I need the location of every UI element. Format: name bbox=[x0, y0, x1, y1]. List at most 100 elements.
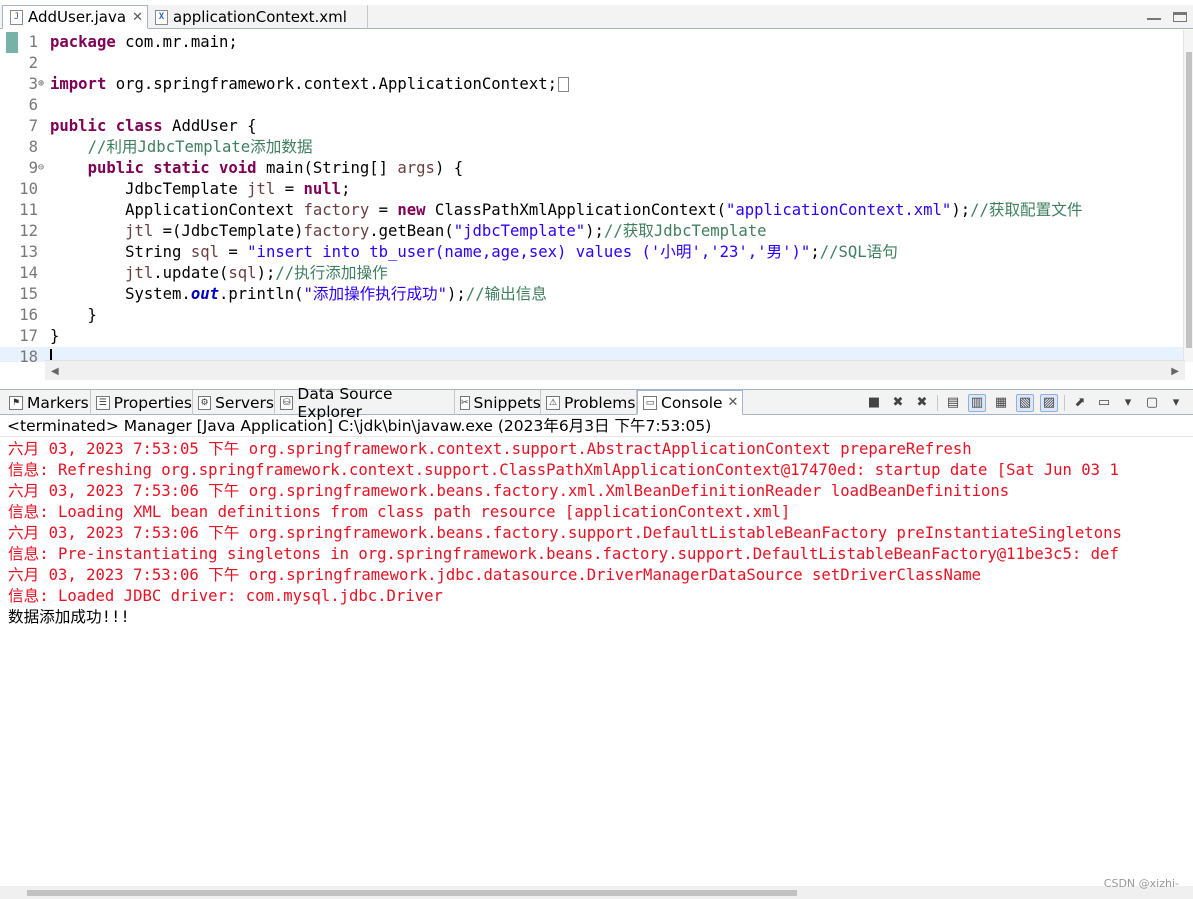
code-line[interactable]: 11 ApplicationContext factory = new Clas… bbox=[0, 200, 1184, 221]
tab-properties[interactable]: ☰ Properties bbox=[91, 390, 193, 415]
collapse-fold-icon[interactable]: ⊖ bbox=[38, 158, 47, 177]
console-horizontal-scrollbar[interactable] bbox=[0, 886, 1193, 899]
code-line[interactable]: 15 System.out.println("添加操作执行成功");//输出信息 bbox=[0, 284, 1184, 305]
minimize-icon[interactable] bbox=[1147, 14, 1161, 20]
editor-tab-bar: J AddUser.java ✕ X applicationContext.xm… bbox=[0, 5, 1193, 29]
clear-console-icon[interactable]: ▤ bbox=[944, 394, 962, 412]
code-text: public static void main(String[] args) { bbox=[50, 158, 464, 179]
open-console-dropdown-icon[interactable]: ▾ bbox=[1167, 394, 1185, 412]
editor-vertical-scrollbar[interactable] bbox=[1183, 30, 1193, 362]
console-output[interactable]: 六月 03, 2023 7:53:05 下午 org.springframewo… bbox=[0, 436, 1193, 884]
code-token: //输出信息 bbox=[465, 285, 547, 303]
console-line: 信息: Loading XML bean definitions from cl… bbox=[8, 503, 791, 521]
code-line[interactable]: 7 public class AddUser { bbox=[0, 116, 1184, 137]
code-token: out bbox=[190, 285, 219, 303]
code-text: } bbox=[50, 326, 59, 347]
line-number: 1 bbox=[28, 33, 38, 51]
code-line[interactable]: 10 JdbcTemplate jtl = null; bbox=[0, 179, 1184, 200]
tab-label: Snippets bbox=[473, 393, 541, 412]
scrollbar-thumb[interactable] bbox=[27, 890, 797, 896]
code-line[interactable]: 17} bbox=[0, 326, 1184, 347]
watermark: CSDN @xizhi- bbox=[1103, 877, 1179, 890]
line-number: 6 bbox=[28, 96, 38, 114]
code-token: ); bbox=[951, 201, 971, 219]
console-toolbar: ■ ✖ ✖ ▤ ▥ ▦ ▧ ▨ ⬈ ▭ ▾ ▢ ▾ bbox=[865, 390, 1185, 415]
code-line[interactable]: 16 } bbox=[0, 305, 1184, 326]
tab-problems[interactable]: ⚠ Problems bbox=[541, 390, 637, 415]
scroll-left-icon[interactable]: ◀ bbox=[51, 366, 59, 377]
code-line[interactable]: 9 ⊖ public static void main(String[] args… bbox=[0, 158, 1184, 179]
tab-label: Servers bbox=[215, 393, 274, 412]
maximize-icon[interactable] bbox=[1173, 12, 1187, 22]
snippets-icon: ✂ bbox=[460, 395, 470, 410]
editor-horizontal-scrollbar[interactable]: ◀ ▶ bbox=[45, 360, 1185, 380]
code-line[interactable]: 12 jtl =(JdbcTemplate)factory.getBean("j… bbox=[0, 221, 1184, 242]
scroll-right-icon[interactable]: ▶ bbox=[1171, 366, 1179, 377]
code-token: //执行添加操作 bbox=[275, 264, 388, 282]
tab-applicationcontext-xml[interactable]: X applicationContext.xml bbox=[148, 5, 368, 29]
code-line[interactable]: 1 package com.mr.main; bbox=[0, 32, 1184, 53]
code-token: public static void bbox=[87, 159, 257, 177]
show-on-stdout-icon[interactable]: ▧ bbox=[1016, 393, 1034, 412]
code-token: .update( bbox=[153, 264, 229, 282]
remove-all-terminated-icon[interactable]: ✖ bbox=[913, 394, 931, 412]
code-token: null bbox=[303, 180, 342, 198]
expand-fold-icon[interactable]: ⊕ bbox=[38, 74, 47, 93]
line-number: 14 bbox=[19, 264, 38, 282]
scroll-lock-icon[interactable]: ▥ bbox=[968, 393, 986, 412]
code-token: //利用JdbcTemplate添加数据 bbox=[87, 138, 313, 156]
code-line[interactable]: 13 String sql = "insert into tb_user(nam… bbox=[0, 242, 1184, 263]
tab-snippets[interactable]: ✂ Snippets bbox=[455, 390, 541, 415]
problems-icon: ⚠ bbox=[546, 395, 560, 410]
line-number: 18 bbox=[19, 348, 38, 362]
terminate-icon[interactable]: ■ bbox=[865, 394, 883, 412]
code-token: //获取配置文件 bbox=[970, 201, 1083, 219]
tab-label: AddUser.java bbox=[28, 8, 127, 26]
close-icon[interactable]: ✕ bbox=[132, 10, 143, 25]
code-token: "jdbcTemplate" bbox=[453, 222, 586, 240]
code-line[interactable]: 6 bbox=[0, 95, 1184, 116]
code-line[interactable]: 8 //利用JdbcTemplate添加数据 bbox=[0, 137, 1184, 158]
code-line[interactable]: 14 jtl.update(sql);//执行添加操作 bbox=[0, 263, 1184, 284]
code-token: ); bbox=[585, 222, 604, 240]
code-text: System.out.println("添加操作执行成功");//输出信息 bbox=[50, 284, 547, 305]
close-icon[interactable]: ✕ bbox=[728, 395, 739, 410]
code-line[interactable]: 3 ⊕ import org.springframework.context.App… bbox=[0, 74, 1184, 95]
code-text: public class AddUser { bbox=[50, 116, 257, 137]
tab-label: applicationContext.xml bbox=[173, 8, 347, 26]
tab-data-source-explorer[interactable]: ⛁ Data Source Explorer bbox=[275, 385, 455, 421]
display-selected-console-icon[interactable]: ▭ bbox=[1095, 394, 1113, 412]
show-on-stderr-icon[interactable]: ▨ bbox=[1040, 393, 1058, 412]
display-dropdown-icon[interactable]: ▾ bbox=[1119, 394, 1137, 412]
line-number: 2 bbox=[28, 54, 38, 72]
code-token: new bbox=[397, 201, 426, 219]
line-number: 3 bbox=[28, 75, 38, 93]
tab-adduser-java[interactable]: J AddUser.java ✕ bbox=[2, 5, 148, 29]
code-token: factory bbox=[303, 201, 370, 219]
word-wrap-icon[interactable]: ▦ bbox=[992, 394, 1010, 412]
code-token: =(JdbcTemplate) bbox=[153, 222, 304, 240]
view-tab-bar: ⚑ Markers ☰ Properties ⚙ Servers ⛁ Data Source … bbox=[0, 385, 1193, 421]
tab-label: Console bbox=[661, 393, 723, 412]
open-console-icon[interactable]: ▢ bbox=[1143, 394, 1161, 412]
code-text: jtl.update(sql);//执行添加操作 bbox=[50, 263, 388, 284]
remove-launch-icon[interactable]: ✖ bbox=[889, 394, 907, 412]
code-editor[interactable]: 1 package com.mr.main; 2 3 ⊕ import org.sprin… bbox=[0, 30, 1193, 362]
console-line: 六月 03, 2023 7:53:06 下午 org.springframewo… bbox=[8, 524, 1122, 542]
tab-label: Markers bbox=[27, 393, 89, 412]
tab-markers[interactable]: ⚑ Markers bbox=[4, 390, 91, 415]
console-line: 六月 03, 2023 7:53:06 下午 org.springframewo… bbox=[8, 482, 1010, 500]
pin-console-icon[interactable]: ⬈ bbox=[1071, 394, 1089, 412]
scrollbar-thumb[interactable] bbox=[1186, 52, 1192, 348]
code-token: ); bbox=[256, 264, 276, 282]
tab-servers[interactable]: ⚙ Servers bbox=[193, 390, 275, 415]
code-token: JdbcTemplate bbox=[50, 180, 248, 198]
java-file-icon: J bbox=[10, 9, 23, 25]
line-number: 16 bbox=[19, 306, 38, 324]
data-source-explorer-icon: ⛁ bbox=[280, 395, 294, 410]
tab-console[interactable]: ▭ Console ✕ bbox=[637, 390, 743, 415]
collapsed-imports-icon[interactable] bbox=[557, 77, 569, 92]
code-line[interactable]: 2 bbox=[0, 53, 1184, 74]
